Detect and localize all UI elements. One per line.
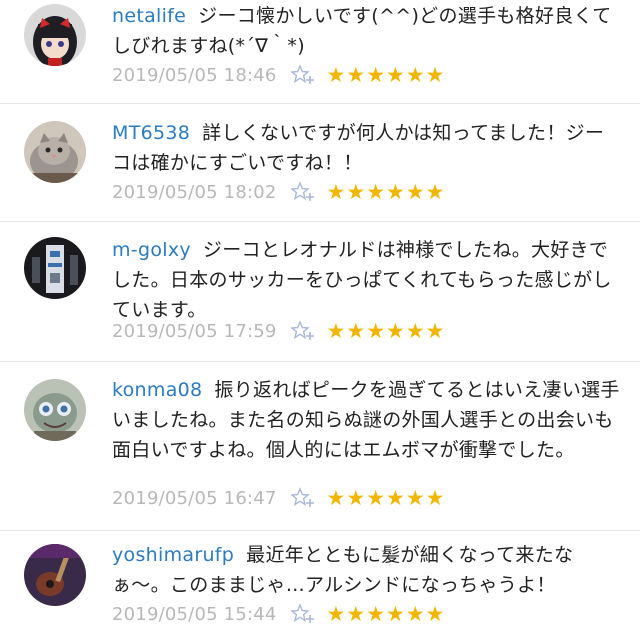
comment-text-block: yoshimarufp 最近年とともに髪が細くなって来たなぁ〜。このままじゃ…アル… [112, 540, 622, 600]
avatar[interactable] [24, 379, 86, 441]
comment-item: m-golxy ジーコとレオナルドは神様でしたね。大好きでした。日本のサッカーをひ… [0, 221, 640, 362]
avatar[interactable] [24, 237, 86, 299]
username-link[interactable]: m-golxy [112, 239, 191, 261]
guitar-avatar-image [24, 544, 86, 606]
comment-meta: 2019/05/05 15:44 ★★★★★★ [112, 599, 446, 629]
comment-item: MT6538 詳しくないですが何人かは知ってました！ジーコは確かにすごいですね！！… [0, 103, 640, 222]
comment-text-block: konma08 振り返ればピークを過ぎてるとはいえ凄い選手いましたね。また名の知ら… [112, 375, 622, 465]
cat-avatar-image [24, 121, 86, 183]
timestamp: 2019/05/05 16:47 [112, 487, 277, 509]
anime-girl-avatar-image [24, 4, 86, 66]
timestamp: 2019/05/05 15:44 [112, 603, 277, 625]
comment-meta: 2019/05/05 17:59 ★★★★★★ [112, 316, 446, 346]
avatar[interactable] [24, 121, 86, 183]
star-rating: ★★★★★★ [326, 180, 446, 204]
comment-meta: 2019/05/05 18:02 ★★★★★★ [112, 177, 446, 207]
comment-text-block: netalife ジーコ懐かしいです(^^)どの選手も格好良くてしびれますね(*´… [112, 1, 622, 61]
timestamp: 2019/05/05 18:02 [112, 181, 277, 203]
comment-item: konma08 振り返ればピークを過ぎてるとはいえ凄い選手いましたね。また名の知ら… [0, 361, 640, 531]
username-link[interactable]: MT6538 [112, 122, 190, 144]
character-avatar-image [24, 379, 86, 441]
star-plus-icon[interactable] [290, 181, 317, 203]
timestamp: 2019/05/05 17:59 [112, 320, 277, 342]
star-plus-icon[interactable] [290, 64, 317, 86]
star-rating: ★★★★★★ [326, 63, 446, 87]
star-plus-icon[interactable] [290, 603, 317, 625]
star-plus-icon[interactable] [290, 320, 317, 342]
username-link[interactable]: konma08 [112, 379, 202, 401]
star-rating: ★★★★★★ [326, 319, 446, 343]
star-plus-icon[interactable] [290, 487, 317, 509]
comment-meta: 2019/05/05 16:47 ★★★★★★ [112, 483, 446, 513]
star-rating: ★★★★★★ [326, 486, 446, 510]
timestamp: 2019/05/05 18:46 [112, 64, 277, 86]
star-rating: ★★★★★★ [326, 602, 446, 626]
comment-text-block: MT6538 詳しくないですが何人かは知ってました！ジーコは確かにすごいですね！！ [112, 118, 622, 178]
username-link[interactable]: yoshimarufp [112, 544, 234, 566]
avatar[interactable] [24, 544, 86, 606]
figure-avatar-image [24, 237, 86, 299]
comment-text-block: m-golxy ジーコとレオナルドは神様でしたね。大好きでした。日本のサッカーをひ… [112, 235, 622, 325]
comment-item: yoshimarufp 最近年とともに髪が細くなって来たなぁ〜。このままじゃ…アル… [0, 530, 640, 633]
comment-item: netalife ジーコ懐かしいです(^^)どの選手も格好良くてしびれますね(*´… [0, 0, 640, 104]
comment-body: ジーコ懐かしいです(^^)どの選手も格好良くてしびれますね(*´∇｀*) [112, 5, 612, 57]
comment-meta: 2019/05/05 18:46 ★★★★★★ [112, 60, 446, 90]
avatar[interactable] [24, 4, 86, 66]
username-link[interactable]: netalife [112, 5, 186, 27]
